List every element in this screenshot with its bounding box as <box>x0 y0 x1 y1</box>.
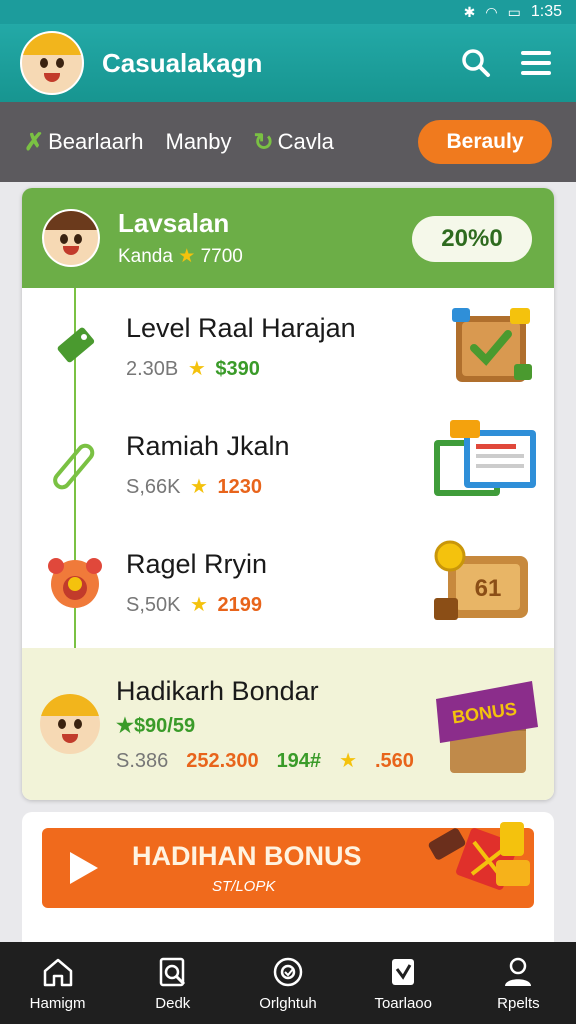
star-icon: ★ <box>190 476 208 498</box>
tag-icon <box>40 312 110 382</box>
filter-label: Cavla <box>277 129 334 154</box>
profile-icon <box>505 957 532 986</box>
bottom-nav: Hamigm Dedk Orlghtuh Toarlaoo Rpelts <box>0 942 576 1024</box>
nav-item-home[interactable]: Hamigm <box>0 942 115 1024</box>
row-count: S,50K <box>126 594 181 616</box>
bonus-list-item[interactable]: Hadikarh Bondar ★$90/59 S.386 252.300 194#… <box>22 648 554 800</box>
star-icon: ★ <box>116 714 134 737</box>
star-icon: ★ <box>339 749 357 772</box>
treasure-board-icon: 61 <box>430 538 540 628</box>
puzzle-box-icon <box>430 302 540 392</box>
level-card: Lavsalan Kanda ★ 7700 20%0 Level Raal Ha… <box>22 188 554 800</box>
nav-label: Dedk <box>155 994 191 1012</box>
row-title: Ramiah Jkaln <box>126 431 290 461</box>
search-doc-icon <box>159 957 185 986</box>
nav-label: Toarlaoo <box>374 994 432 1012</box>
card-title: Lavsalan <box>118 208 230 238</box>
filter-item-2[interactable]: Manby <box>166 129 232 155</box>
nav-label: Rpelts <box>497 994 540 1012</box>
gift-icon <box>424 816 534 911</box>
nav-item-cards[interactable]: Toarlaoo <box>346 942 461 1024</box>
row-title: Level Raal Harajan <box>126 313 356 343</box>
bonus-banner[interactable]: HADIHAN BONUS ST/LOPK <box>42 822 534 908</box>
play-icon <box>70 852 98 884</box>
card-icon <box>392 958 415 985</box>
menu-icon[interactable] <box>516 43 556 83</box>
avatar <box>42 209 100 267</box>
mascot-icon <box>40 548 110 618</box>
bonus-stat: .560 <box>375 749 414 772</box>
row-meta: S,66K ★ 1230 <box>126 474 430 499</box>
banner-title: HADIHAN BONUS <box>132 841 362 871</box>
filter-item-1[interactable]: ✗ Bearlaarh <box>24 128 144 157</box>
row-value: 2199 <box>217 594 263 616</box>
wifi-icon: ◠ <box>485 3 498 20</box>
bonus-box-icon: BONUS <box>432 669 542 779</box>
avatar[interactable] <box>20 31 84 95</box>
card-subtitle: Kanda ★ 7700 <box>118 245 243 268</box>
svg-text:61: 61 <box>475 575 502 602</box>
nav-item-games[interactable]: Orlghtuh <box>230 942 345 1024</box>
status-time: 1:35 <box>530 3 562 20</box>
star-icon: ★ <box>178 246 196 267</box>
filter-bar: ✗ Bearlaarh Manby ↻ Cavla Berauly <box>0 102 576 182</box>
battery-icon: ▭ <box>507 3 521 20</box>
row-value: $390 <box>215 358 260 380</box>
bonus-stat: 194# <box>276 749 322 772</box>
search-icon[interactable] <box>456 43 496 83</box>
filter-label: Manby <box>165 129 232 154</box>
bonus-stats: S.386 252.300 194# ★ .560 <box>116 748 432 773</box>
row-count: 2.30B <box>126 358 179 380</box>
progress-badge: 20%0 <box>412 216 532 262</box>
avatar <box>40 689 100 759</box>
star-icon: ★ <box>187 358 206 380</box>
app-title: Casualakagn <box>102 47 263 78</box>
game-icon <box>273 957 303 986</box>
banner-card: HADIHAN BONUS ST/LOPK <box>22 812 554 942</box>
row-value: 1230 <box>217 476 263 498</box>
bluetooth-icon: ✱ <box>463 3 476 20</box>
bonus-stat: 252.300 <box>186 749 259 772</box>
card-sub-label: Kanda <box>118 246 173 267</box>
filter-button[interactable]: Berauly <box>418 120 552 164</box>
card-header: Lavsalan Kanda ★ 7700 20%0 <box>22 188 554 288</box>
nav-item-profile[interactable]: Rpelts <box>461 942 576 1024</box>
pencil-icon <box>40 430 110 500</box>
filter-item-3[interactable]: ↻ Cavla <box>254 128 334 157</box>
list-item[interactable]: Ramiah Jkaln S,66K ★ 1230 <box>22 406 554 524</box>
bonus-stat: S.386 <box>116 749 169 772</box>
list-item[interactable]: Level Raal Harajan 2.30B ★ $390 <box>22 288 554 406</box>
home-icon <box>43 958 72 986</box>
status-bar: ✱ ◠ ▭ 1:35 <box>0 0 576 24</box>
refresh-icon: ↻ <box>253 128 274 156</box>
bonus-reward-value: $90/59 <box>133 714 196 737</box>
banner-subtitle: ST/LOPK <box>212 878 276 895</box>
app-header: Casualakagn <box>0 24 576 102</box>
row-title: Ragel Rryin <box>126 549 268 579</box>
check-icon: ✗ <box>24 128 45 156</box>
list-item[interactable]: Ragel Rryin S,50K ★ 2199 61 <box>22 524 554 642</box>
nav-label: Hamigm <box>29 994 86 1012</box>
nav-item-search[interactable]: Dedk <box>115 942 230 1024</box>
row-count: S,66K <box>126 476 181 498</box>
filter-label: Bearlaarh <box>48 129 144 154</box>
row-meta: 2.30B ★ $390 <box>126 356 430 381</box>
bonus-title: Hadikarh Bondar <box>116 675 319 706</box>
star-icon: ★ <box>190 594 208 616</box>
row-meta: S,50K ★ 2199 <box>126 592 430 617</box>
card-sub-value: 7700 <box>200 246 243 267</box>
bonus-reward: ★$90/59 <box>116 713 432 738</box>
nav-label: Orlghtuh <box>259 994 317 1012</box>
document-icon <box>430 420 540 510</box>
